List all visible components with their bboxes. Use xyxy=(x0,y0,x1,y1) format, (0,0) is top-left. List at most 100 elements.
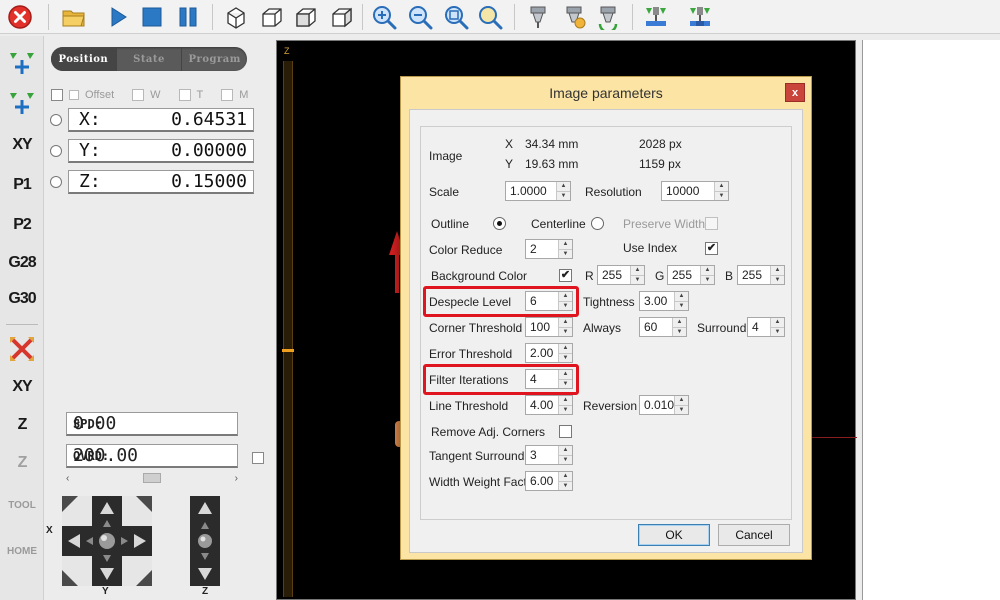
always-down-icon[interactable]: ▼ xyxy=(673,327,686,336)
zoom-in-icon[interactable] xyxy=(370,3,398,31)
bg-r-up-icon[interactable]: ▲ xyxy=(631,266,644,276)
axis-x-display[interactable]: X: 0.64531 xyxy=(68,108,254,132)
jog-xy-pad[interactable] xyxy=(62,496,152,586)
tangent-surround-down-icon[interactable]: ▼ xyxy=(559,455,572,464)
spindle-reset-icon[interactable] xyxy=(594,3,622,31)
cube-view-4-icon[interactable] xyxy=(328,3,356,31)
stop-icon[interactable] xyxy=(6,3,34,31)
centerline-radio[interactable] xyxy=(591,217,604,230)
zero-z-button[interactable]: Z xyxy=(4,408,40,442)
goto-g30-button[interactable]: G30 xyxy=(4,282,40,316)
color-reduce-up-icon[interactable]: ▲ xyxy=(559,240,572,250)
reversion-down-icon[interactable]: ▼ xyxy=(675,405,688,414)
width-weight-down-icon[interactable]: ▼ xyxy=(559,481,572,490)
corner-threshold-input[interactable]: 100 ▲ ▼ xyxy=(525,317,573,337)
bg-b-input[interactable]: 255 ▲ ▼ xyxy=(737,265,785,285)
pause-icon[interactable] xyxy=(174,3,202,31)
error-threshold-input[interactable]: 2.00 ▲ ▼ xyxy=(525,343,573,363)
w-checkbox[interactable] xyxy=(132,89,145,101)
m-checkbox[interactable] xyxy=(221,89,234,101)
z-ruler[interactable] xyxy=(282,61,294,597)
always-input[interactable]: 60 ▲ ▼ xyxy=(639,317,687,337)
z-ruler-marker[interactable] xyxy=(282,349,294,352)
line-threshold-down-icon[interactable]: ▼ xyxy=(559,405,572,414)
axis-x-radio[interactable] xyxy=(50,114,62,126)
offset-checkbox[interactable] xyxy=(51,89,63,101)
filter-iterations-down-icon[interactable]: ▼ xyxy=(559,379,572,388)
surround-up-icon[interactable]: ▲ xyxy=(771,318,784,328)
bg-r-input[interactable]: 255 ▲ ▼ xyxy=(597,265,645,285)
always-up-icon[interactable]: ▲ xyxy=(673,318,686,328)
close-button[interactable]: x xyxy=(785,83,805,102)
color-reduce-input[interactable]: 2 ▲ ▼ xyxy=(525,239,573,259)
spindle-icon[interactable] xyxy=(524,3,552,31)
tightness-input[interactable]: 3.00 ▲ ▼ xyxy=(639,291,689,311)
resolution-up-icon[interactable]: ▲ xyxy=(715,182,728,192)
bg-color-checkbox[interactable]: ✔ xyxy=(559,269,572,282)
tangent-surround-up-icon[interactable]: ▲ xyxy=(559,446,572,456)
surround-input[interactable]: 4 ▲ ▼ xyxy=(747,317,785,337)
scale-up-icon[interactable]: ▲ xyxy=(557,182,570,192)
error-threshold-down-icon[interactable]: ▼ xyxy=(559,353,572,362)
width-weight-input[interactable]: 6.00 ▲ ▼ xyxy=(525,471,573,491)
axis-y-radio[interactable] xyxy=(50,145,62,157)
tool-button[interactable]: TOOL xyxy=(4,488,40,522)
ovrd-display[interactable]: OVRD: 200.00 xyxy=(66,444,238,468)
error-threshold-up-icon[interactable]: ▲ xyxy=(559,344,572,354)
bg-g-input[interactable]: 255 ▲ ▼ xyxy=(667,265,715,285)
bg-r-down-icon[interactable]: ▼ xyxy=(631,275,644,284)
use-index-checkbox[interactable]: ✔ xyxy=(705,242,718,255)
width-weight-up-icon[interactable]: ▲ xyxy=(559,472,572,482)
zero-xy-button[interactable]: XY xyxy=(4,370,40,404)
home-button[interactable]: HOME xyxy=(4,534,40,568)
reversion-input[interactable]: 0.010 ▲ ▼ xyxy=(639,395,689,415)
bg-g-up-icon[interactable]: ▲ xyxy=(701,266,714,276)
surround-down-icon[interactable]: ▼ xyxy=(771,327,784,336)
remove-corners-checkbox[interactable] xyxy=(559,425,572,438)
spindle-tool-icon[interactable] xyxy=(560,3,588,31)
play-icon[interactable] xyxy=(104,3,132,31)
scale-input[interactable]: 1.0000 ▲ ▼ xyxy=(505,181,571,201)
stop-square-icon[interactable] xyxy=(138,3,166,31)
slider-left-icon[interactable]: ‹ xyxy=(66,473,69,484)
axis-z-radio[interactable] xyxy=(50,176,62,188)
preserve-width-checkbox[interactable] xyxy=(705,217,718,230)
color-reduce-down-icon[interactable]: ▼ xyxy=(559,249,572,258)
cube-view-2-icon[interactable] xyxy=(258,3,286,31)
move-arrows-2-icon[interactable] xyxy=(4,86,40,120)
ovrd-slider[interactable]: ‹ › xyxy=(66,472,238,484)
filter-iterations-input[interactable]: 4 ▲ ▼ xyxy=(525,369,573,389)
despecle-up-icon[interactable]: ▲ xyxy=(559,292,572,302)
tab-position[interactable]: Position xyxy=(51,47,117,71)
open-folder-icon[interactable] xyxy=(60,3,88,31)
tightness-up-icon[interactable]: ▲ xyxy=(675,292,688,302)
tightness-down-icon[interactable]: ▼ xyxy=(675,301,688,310)
reversion-up-icon[interactable]: ▲ xyxy=(675,396,688,406)
tangent-surround-input[interactable]: 3 ▲ ▼ xyxy=(525,445,573,465)
corner-threshold-down-icon[interactable]: ▼ xyxy=(559,327,572,336)
cube-view-1-icon[interactable] xyxy=(222,3,250,31)
outline-radio[interactable] xyxy=(493,217,506,230)
cancel-move-icon[interactable] xyxy=(4,332,40,366)
filter-iterations-up-icon[interactable]: ▲ xyxy=(559,370,572,380)
goto-p2-button[interactable]: P2 xyxy=(4,208,40,242)
bg-g-down-icon[interactable]: ▼ xyxy=(701,275,714,284)
zoom-window-icon[interactable] xyxy=(476,3,504,31)
line-threshold-input[interactable]: 4.00 ▲ ▼ xyxy=(525,395,573,415)
probe-1-icon[interactable] xyxy=(642,3,670,31)
slider-right-icon[interactable]: › xyxy=(235,473,238,484)
offset-sub-checkbox[interactable] xyxy=(69,90,79,100)
goto-g28-button[interactable]: G28 xyxy=(4,246,40,280)
ovrd-checkbox[interactable] xyxy=(252,452,264,464)
tab-state[interactable]: State xyxy=(117,47,183,71)
bg-b-up-icon[interactable]: ▲ xyxy=(771,266,784,276)
resolution-down-icon[interactable]: ▼ xyxy=(715,191,728,200)
cancel-button[interactable]: Cancel xyxy=(718,524,790,546)
jog-z-pad[interactable] xyxy=(190,496,220,586)
axis-y-display[interactable]: Y: 0.00000 xyxy=(68,139,254,163)
despecle-level-input[interactable]: 6 ▲ ▼ xyxy=(525,291,573,311)
despecle-down-icon[interactable]: ▼ xyxy=(559,301,572,310)
zoom-fit-icon[interactable] xyxy=(442,3,470,31)
goto-xy-button[interactable]: XY xyxy=(4,128,40,162)
cube-view-3-icon[interactable] xyxy=(292,3,320,31)
